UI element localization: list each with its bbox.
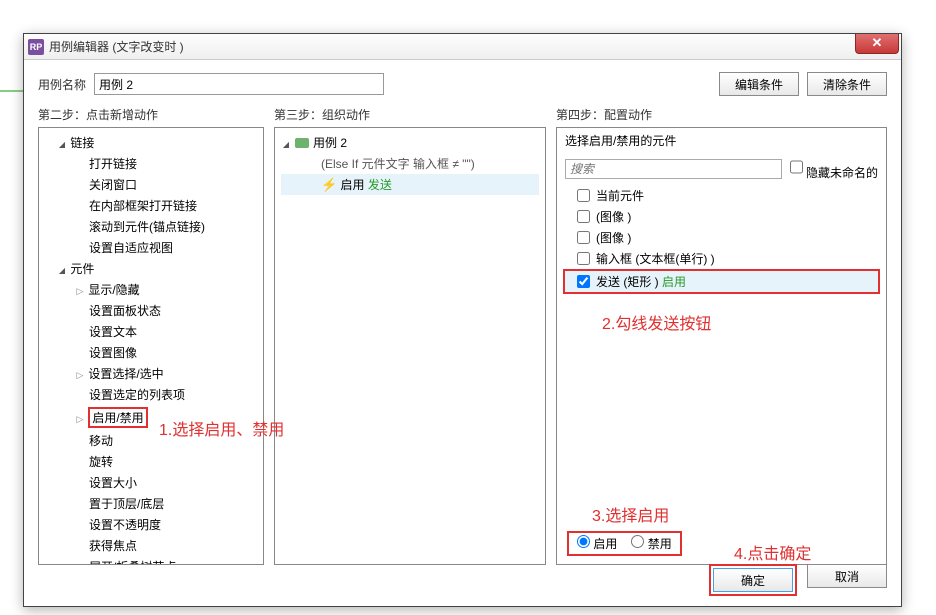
step1-label: 第二步：点击新增动作 — [38, 106, 264, 123]
tree-item[interactable]: 显示/隐藏 — [39, 279, 263, 300]
tree-item[interactable]: 设置图像 — [39, 342, 263, 363]
titlebar: RP 用例编辑器 (文字改变时 ) ✕ — [24, 34, 901, 60]
tree-item[interactable]: 设置文本 — [39, 321, 263, 342]
widget-item-selected[interactable]: 发送 (矩形 ) 启用 — [565, 271, 878, 292]
close-button[interactable]: ✕ — [855, 34, 899, 54]
name-row: 用例名称 编辑条件 清除条件 — [24, 60, 901, 100]
configure-header: 选择启用/禁用的元件 — [557, 128, 886, 153]
step-headers: 第二步：点击新增动作 第三步：组织动作 第四步：配置动作 — [24, 100, 901, 127]
name-label: 用例名称 — [38, 76, 86, 93]
organize-panel[interactable]: 用例 2 (Else If 元件文字 输入框 ≠ "") ⚡ 启用 发送 — [274, 127, 546, 565]
action-row[interactable]: ⚡ 启用 发送 — [281, 174, 539, 195]
tree-item[interactable]: 旋转 — [39, 451, 263, 472]
hide-unnamed-label[interactable]: 隐藏未命名的 — [790, 157, 878, 181]
panels: 链接 打开链接 关闭窗口 在内部框架打开链接 滚动到元件(锚点链接) 设置自适应… — [24, 127, 901, 573]
tree-item[interactable]: 关闭窗口 — [39, 174, 263, 195]
step2-label: 第三步：组织动作 — [274, 106, 546, 123]
tree-item[interactable]: 设置自适应视图 — [39, 237, 263, 258]
widget-item[interactable]: 当前元件 — [565, 185, 878, 206]
bg-accent — [0, 90, 25, 92]
tree-item[interactable]: 置于顶层/底层 — [39, 493, 263, 514]
chevron-down-icon — [57, 136, 67, 150]
highlight-radio: 启用 禁用 — [567, 531, 682, 556]
tree-item[interactable]: 打开链接 — [39, 153, 263, 174]
widget-checkbox[interactable] — [577, 210, 590, 223]
tree-item[interactable]: 获得焦点 — [39, 535, 263, 556]
case-label: 用例 2 — [313, 134, 347, 151]
condition-row: (Else If 元件文字 输入框 ≠ "") — [281, 153, 539, 174]
step3-label: 第四步：配置动作 — [556, 106, 887, 123]
tree-item[interactable]: 设置选择/选中 — [39, 363, 263, 384]
widget-item[interactable]: 输入框 (文本框(单行) ) — [565, 248, 878, 269]
highlight-enable-disable: 启用/禁用 — [88, 407, 147, 428]
tree-item[interactable]: 设置选定的列表项 — [39, 384, 263, 405]
tree-item[interactable]: 设置大小 — [39, 472, 263, 493]
widget-list[interactable]: 当前元件 (图像 ) (图像 ) 输入框 (文本框(单行) ) 发送 (矩形 )… — [557, 185, 886, 523]
case-icon — [295, 138, 309, 148]
action-tree: 链接 打开链接 关闭窗口 在内部框架打开链接 滚动到元件(锚点链接) 设置自适应… — [39, 128, 263, 564]
configure-panel: 选择启用/禁用的元件 隐藏未命名的 当前元件 (图像 ) (图像 ) 输入框 (… — [556, 127, 887, 565]
tree-group-widget[interactable]: 元件 — [39, 258, 263, 279]
action-tree-panel[interactable]: 链接 打开链接 关闭窗口 在内部框架打开链接 滚动到元件(锚点链接) 设置自适应… — [38, 127, 264, 565]
case-row[interactable]: 用例 2 — [281, 132, 539, 153]
highlight-ok: 确定 — [709, 564, 797, 596]
tree-group-link[interactable]: 链接 — [39, 132, 263, 153]
cancel-button[interactable]: 取消 — [807, 564, 887, 588]
chevron-right-icon — [75, 367, 85, 381]
ok-button[interactable]: 确定 — [713, 568, 793, 592]
radio-disable[interactable]: 禁用 — [631, 535, 671, 552]
radio-enable[interactable]: 启用 — [577, 535, 617, 552]
lightning-icon: ⚡ — [321, 177, 337, 192]
tree-item[interactable]: 设置不透明度 — [39, 514, 263, 535]
hide-unnamed-checkbox[interactable] — [790, 157, 803, 177]
enable-disable-row: 启用 禁用 — [557, 523, 886, 564]
widget-search-input[interactable] — [565, 159, 782, 179]
case-name-input[interactable] — [94, 73, 384, 95]
search-row: 隐藏未命名的 — [557, 153, 886, 185]
edit-condition-button[interactable]: 编辑条件 — [719, 72, 799, 96]
clear-condition-button[interactable]: 清除条件 — [807, 72, 887, 96]
dialog-footer: 确定 取消 — [709, 564, 887, 596]
widget-item[interactable]: (图像 ) — [565, 206, 878, 227]
app-icon: RP — [28, 39, 44, 55]
widget-checkbox[interactable] — [577, 231, 590, 244]
chevron-right-icon — [75, 411, 85, 425]
tree-item-enable-disable[interactable]: 启用/禁用 — [39, 405, 263, 430]
tree-item[interactable]: 在内部框架打开链接 — [39, 195, 263, 216]
widget-label: 发送 (矩形 ) 启用 — [596, 273, 686, 290]
chevron-down-icon — [57, 262, 67, 276]
widget-checkbox[interactable] — [577, 252, 590, 265]
tree-item[interactable]: 展开/折叠树节点 — [39, 556, 263, 565]
tree-item[interactable]: 设置面板状态 — [39, 300, 263, 321]
widget-checkbox[interactable] — [577, 189, 590, 202]
action-text: 启用 发送 — [341, 178, 392, 192]
widget-checkbox[interactable] — [577, 275, 590, 288]
chevron-right-icon — [75, 283, 85, 297]
tree-item[interactable]: 移动 — [39, 430, 263, 451]
widget-item[interactable]: (图像 ) — [565, 227, 878, 248]
tree-item[interactable]: 滚动到元件(锚点链接) — [39, 216, 263, 237]
chevron-down-icon — [281, 136, 291, 150]
dialog-title: 用例编辑器 (文字改变时 ) — [49, 38, 184, 55]
case-editor-dialog: RP 用例编辑器 (文字改变时 ) ✕ 用例名称 编辑条件 清除条件 第二步：点… — [23, 33, 902, 607]
highlight-selected-widget: 发送 (矩形 ) 启用 — [563, 269, 880, 294]
